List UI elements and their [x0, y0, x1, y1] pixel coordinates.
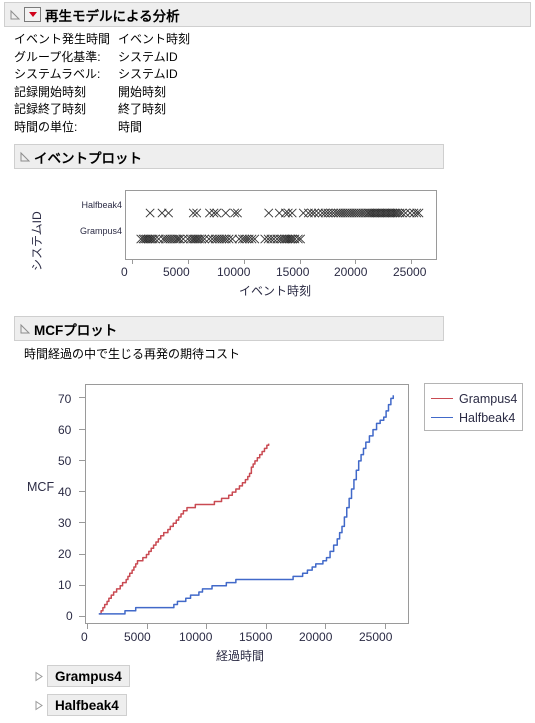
- spec-key: 時間の単位:: [14, 119, 78, 134]
- mcf-plot-xtick: 15000: [239, 630, 273, 644]
- mcf-plot-xtickmark: [87, 624, 88, 629]
- mcf-plot-ytickmark: [79, 584, 85, 586]
- section-header-box[interactable]: Halfbeak4: [47, 694, 127, 716]
- mcf-plot-curves: [98, 395, 395, 615]
- analysis-outline-header[interactable]: 再生モデルによる分析: [4, 2, 531, 27]
- event-plot-xtick: 5000: [163, 265, 190, 279]
- mcf-plot-ytick: 70: [58, 392, 72, 406]
- mcf-curve-grampus4: [99, 443, 270, 615]
- event-plot-xtick: 15000: [276, 265, 310, 279]
- mcf-plot-xtick: 0: [81, 630, 88, 644]
- spec-row: 記録終了時刻 終了時刻: [14, 100, 314, 118]
- section-header-box[interactable]: Grampus4: [47, 665, 130, 687]
- red-triangle-menu-button[interactable]: [24, 7, 41, 22]
- event-plot-frame: [125, 190, 437, 260]
- mcf-plot-legend: Grampus4 Halfbeak4: [424, 383, 523, 431]
- spec-key: 記録開始時刻: [14, 84, 87, 99]
- mcf-plot-ytickmark: [79, 491, 85, 493]
- event-plot-xtick: 20000: [334, 265, 368, 279]
- mcf-curve-halfbeak4: [98, 395, 395, 615]
- section-grampus4[interactable]: Grampus4: [33, 665, 130, 687]
- mcf-plot-ytick: 40: [58, 485, 72, 499]
- spec-key: 記録終了時刻: [14, 102, 87, 117]
- spec-row: 記録開始時刻 開始時刻: [14, 83, 314, 101]
- spec-key: グループ化基準:: [14, 49, 101, 64]
- event-plot-tickmark: [411, 260, 413, 264]
- event-plot-tickmark: [187, 260, 189, 264]
- mcf-plot-y-axis-label: MCF: [27, 480, 55, 494]
- mcf-plot-ytickmark: [79, 459, 85, 461]
- spec-key: システムラベル:: [14, 67, 101, 82]
- mcf-plot-ytick: 20: [58, 547, 72, 561]
- event-plot-x-axis-label: イベント時刻: [239, 284, 312, 298]
- event-plot-markers: [136, 208, 424, 244]
- disclosure-triangle-closed-icon[interactable]: [33, 700, 44, 711]
- section-halfbeak4[interactable]: Halfbeak4: [33, 694, 127, 716]
- spec-value: システムID: [118, 49, 178, 64]
- mcf-plot-xtick: 20000: [299, 630, 333, 644]
- section-title: Halfbeak4: [55, 697, 119, 713]
- mcf-plot-xtick: 5000: [124, 630, 151, 644]
- legend-line-swatch: [431, 417, 453, 418]
- mcf-plot-x-axis-label: 経過時間: [216, 649, 265, 663]
- event-plot-xtick: 0: [121, 265, 128, 279]
- mcf-plot-ytickmark: [79, 428, 85, 430]
- legend-label: Halfbeak4: [459, 410, 516, 425]
- mcf-plot-xtickmark: [206, 624, 208, 629]
- legend-item-halfbeak[interactable]: Halfbeak4: [425, 408, 522, 427]
- mcf-plot-ytick: 10: [58, 578, 72, 592]
- spec-row: グループ化基準: システムID: [14, 48, 314, 66]
- mcf-plot-ytick: 60: [58, 423, 72, 437]
- legend-item-grampus[interactable]: Grampus4: [425, 389, 522, 408]
- mcf-plot-xtick: 10000: [179, 630, 213, 644]
- spec-key: イベント発生時間: [14, 32, 111, 47]
- spec-row: 時間の単位: 時間: [14, 118, 314, 136]
- spec-value: 開始時刻: [118, 84, 167, 99]
- mcf-plot-xtickmark: [385, 624, 387, 629]
- disclosure-triangle-open-icon[interactable]: [9, 9, 21, 21]
- disclosure-triangle-open-icon[interactable]: [19, 151, 31, 163]
- spec-row: イベント発生時間 イベント時刻: [14, 30, 314, 48]
- legend-label: Grampus4: [459, 391, 518, 406]
- spec-value: イベント時刻: [118, 32, 191, 47]
- mcf-plot-ytick: 0: [66, 609, 73, 623]
- mcf-plot-ytick: 30: [58, 516, 72, 530]
- event-plot: システムID Halfbeak4 Grampus4 0 5000 10000 1…: [14, 175, 464, 298]
- event-plot-category-grampus: Grampus4: [79, 226, 122, 236]
- mcf-plot-xtickmark: [146, 624, 148, 629]
- legend-line-swatch: [431, 398, 453, 399]
- mcf-plot-subtitle: 時間経過の中で生じる再発の期待コスト: [24, 347, 241, 361]
- event-plot-tickmark: [355, 260, 357, 264]
- page-title: 再生モデルによる分析: [45, 8, 180, 24]
- mcf-plot-ytickmark: [79, 522, 85, 524]
- spec-value: システムID: [118, 67, 178, 82]
- disclosure-triangle-closed-icon[interactable]: [33, 671, 44, 682]
- mcf-plot-ytickmark: [79, 553, 85, 555]
- spec-row: システムラベル: システムID: [14, 65, 314, 83]
- spec-value: 終了時刻: [118, 102, 167, 117]
- event-plot-y-axis-label: システムID: [30, 211, 44, 271]
- mcf-plot-xtick: 25000: [359, 630, 393, 644]
- mcf-plot-xtickmark: [325, 624, 327, 629]
- spec-value: 時間: [118, 119, 143, 134]
- event-plot-tickmark: [132, 260, 133, 264]
- mcf-plot-ytick: 50: [58, 454, 72, 468]
- event-plot-xtick: 25000: [393, 265, 427, 279]
- event-plot-tickmark: [243, 260, 245, 264]
- event-plot-tickmark: [299, 260, 301, 264]
- event-plot-category-halfbeak: Halfbeak4: [81, 200, 122, 210]
- section-title: Grampus4: [55, 668, 122, 684]
- mcf-plot-ytickmark: [79, 397, 85, 399]
- mcf-plot-outline-header[interactable]: MCFプロット: [14, 316, 444, 341]
- red-triangle-icon: [28, 12, 37, 17]
- event-plot-outline-header[interactable]: イベントプロット: [14, 144, 444, 169]
- event-plot-xtick: 10000: [217, 265, 251, 279]
- analysis-spec-list: イベント発生時間 イベント時刻 グループ化基準: システムID システムラベル:…: [14, 30, 314, 135]
- mcf-plot-frame: [85, 384, 409, 624]
- mcf-plot-title: MCFプロット: [34, 322, 118, 338]
- event-plot-title: イベントプロット: [34, 150, 142, 166]
- disclosure-triangle-open-icon[interactable]: [19, 323, 31, 335]
- mcf-plot-ytickmark: [79, 616, 85, 617]
- mcf-plot-xtickmark: [265, 624, 267, 629]
